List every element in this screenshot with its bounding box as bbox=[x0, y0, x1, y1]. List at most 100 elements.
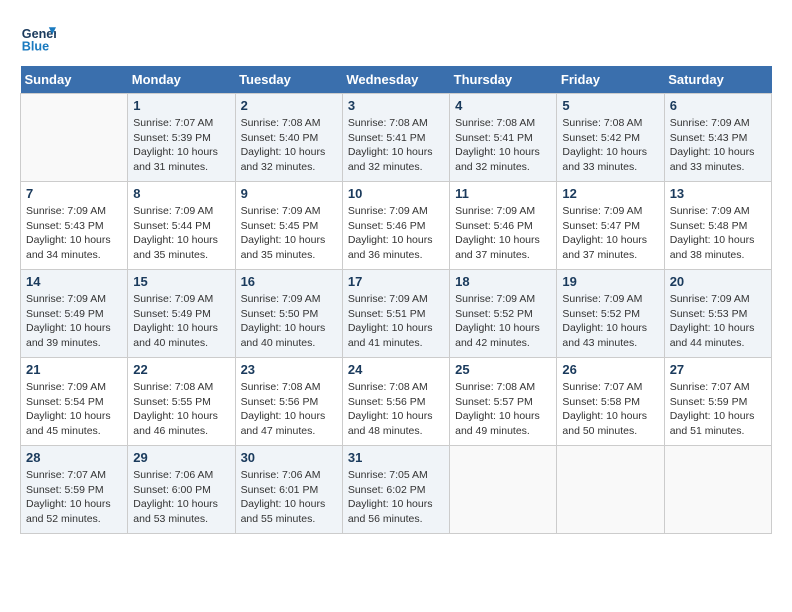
calendar-cell: 29 Sunrise: 7:06 AM Sunset: 6:00 PM Dayli… bbox=[128, 446, 235, 534]
day-info: Sunrise: 7:09 AM Sunset: 5:47 PM Dayligh… bbox=[562, 204, 658, 263]
day-number: 30 bbox=[241, 450, 337, 465]
calendar-cell: 4Sunrise: 7:08 AM Sunset: 5:41 PM Daylig… bbox=[450, 94, 557, 182]
calendar-cell: 12 Sunrise: 7:09 AM Sunset: 5:47 PM Dayli… bbox=[557, 182, 664, 270]
day-number: 3 bbox=[348, 98, 444, 113]
calendar-cell: 25Sunrise: 7:08 AM Sunset: 5:57 PM Dayli… bbox=[450, 358, 557, 446]
day-number: 26 bbox=[562, 362, 658, 377]
calendar-cell: 28 Sunrise: 7:07 AM Sunset: 5:59 PM Dayli… bbox=[21, 446, 128, 534]
weekday-header-saturday: Saturday bbox=[664, 66, 771, 94]
day-info: Sunrise: 7:09 AM Sunset: 5:50 PM Dayligh… bbox=[241, 292, 337, 351]
calendar-cell: 13Sunrise: 7:09 AM Sunset: 5:48 PM Dayli… bbox=[664, 182, 771, 270]
day-number: 7 bbox=[26, 186, 122, 201]
calendar-cell: 3 Sunrise: 7:08 AM Sunset: 5:41 PM Daylig… bbox=[342, 94, 449, 182]
calendar-cell: 23 Sunrise: 7:08 AM Sunset: 5:56 PM Dayli… bbox=[235, 358, 342, 446]
calendar-week-row: 28 Sunrise: 7:07 AM Sunset: 5:59 PM Dayli… bbox=[21, 446, 772, 534]
day-number: 18 bbox=[455, 274, 551, 289]
day-number: 14 bbox=[26, 274, 122, 289]
calendar-cell: 10Sunrise: 7:09 AM Sunset: 5:46 PM Dayli… bbox=[342, 182, 449, 270]
day-info: Sunrise: 7:07 AM Sunset: 5:59 PM Dayligh… bbox=[26, 468, 122, 527]
day-info: Sunrise: 7:09 AM Sunset: 5:43 PM Dayligh… bbox=[670, 116, 766, 175]
calendar-cell: 18 Sunrise: 7:09 AM Sunset: 5:52 PM Dayli… bbox=[450, 270, 557, 358]
day-number: 8 bbox=[133, 186, 229, 201]
calendar-table: SundayMondayTuesdayWednesdayThursdayFrid… bbox=[20, 66, 772, 534]
calendar-cell bbox=[450, 446, 557, 534]
day-info: Sunrise: 7:06 AM Sunset: 6:01 PM Dayligh… bbox=[241, 468, 337, 527]
day-number: 2 bbox=[241, 98, 337, 113]
weekday-header-thursday: Thursday bbox=[450, 66, 557, 94]
day-number: 12 bbox=[562, 186, 658, 201]
day-number: 27 bbox=[670, 362, 766, 377]
calendar-cell: 7 Sunrise: 7:09 AM Sunset: 5:43 PM Daylig… bbox=[21, 182, 128, 270]
calendar-week-row: 7 Sunrise: 7:09 AM Sunset: 5:43 PM Daylig… bbox=[21, 182, 772, 270]
day-number: 16 bbox=[241, 274, 337, 289]
day-number: 28 bbox=[26, 450, 122, 465]
calendar-cell: 30 Sunrise: 7:06 AM Sunset: 6:01 PM Dayli… bbox=[235, 446, 342, 534]
calendar-cell: 14Sunrise: 7:09 AM Sunset: 5:49 PM Dayli… bbox=[21, 270, 128, 358]
calendar-cell: 26 Sunrise: 7:07 AM Sunset: 5:58 PM Dayli… bbox=[557, 358, 664, 446]
calendar-cell bbox=[557, 446, 664, 534]
day-number: 20 bbox=[670, 274, 766, 289]
calendar-cell: 5 Sunrise: 7:08 AM Sunset: 5:42 PM Daylig… bbox=[557, 94, 664, 182]
calendar-cell: 9 Sunrise: 7:09 AM Sunset: 5:45 PM Daylig… bbox=[235, 182, 342, 270]
day-number: 23 bbox=[241, 362, 337, 377]
weekday-header-friday: Friday bbox=[557, 66, 664, 94]
day-info: Sunrise: 7:09 AM Sunset: 5:49 PM Dayligh… bbox=[133, 292, 229, 351]
logo: General Blue bbox=[20, 20, 60, 56]
day-info: Sunrise: 7:09 AM Sunset: 5:52 PM Dayligh… bbox=[455, 292, 551, 351]
day-number: 13 bbox=[670, 186, 766, 201]
calendar-cell: 8 Sunrise: 7:09 AM Sunset: 5:44 PM Daylig… bbox=[128, 182, 235, 270]
calendar-week-row: 1Sunrise: 7:07 AM Sunset: 5:39 PM Daylig… bbox=[21, 94, 772, 182]
weekday-header-wednesday: Wednesday bbox=[342, 66, 449, 94]
day-number: 11 bbox=[455, 186, 551, 201]
day-info: Sunrise: 7:09 AM Sunset: 5:43 PM Dayligh… bbox=[26, 204, 122, 263]
calendar-cell: 27 Sunrise: 7:07 AM Sunset: 5:59 PM Dayli… bbox=[664, 358, 771, 446]
day-info: Sunrise: 7:06 AM Sunset: 6:00 PM Dayligh… bbox=[133, 468, 229, 527]
calendar-cell bbox=[21, 94, 128, 182]
day-number: 6 bbox=[670, 98, 766, 113]
day-info: Sunrise: 7:09 AM Sunset: 5:51 PM Dayligh… bbox=[348, 292, 444, 351]
day-number: 19 bbox=[562, 274, 658, 289]
calendar-cell: 11Sunrise: 7:09 AM Sunset: 5:46 PM Dayli… bbox=[450, 182, 557, 270]
calendar-week-row: 21Sunrise: 7:09 AM Sunset: 5:54 PM Dayli… bbox=[21, 358, 772, 446]
day-info: Sunrise: 7:08 AM Sunset: 5:57 PM Dayligh… bbox=[455, 380, 551, 439]
day-info: Sunrise: 7:05 AM Sunset: 6:02 PM Dayligh… bbox=[348, 468, 444, 527]
logo-icon: General Blue bbox=[20, 20, 56, 56]
day-info: Sunrise: 7:08 AM Sunset: 5:56 PM Dayligh… bbox=[348, 380, 444, 439]
calendar-cell: 19 Sunrise: 7:09 AM Sunset: 5:52 PM Dayli… bbox=[557, 270, 664, 358]
calendar-cell: 2 Sunrise: 7:08 AM Sunset: 5:40 PM Daylig… bbox=[235, 94, 342, 182]
calendar-cell: 6 Sunrise: 7:09 AM Sunset: 5:43 PM Daylig… bbox=[664, 94, 771, 182]
page-header: General Blue bbox=[20, 20, 772, 56]
day-info: Sunrise: 7:08 AM Sunset: 5:40 PM Dayligh… bbox=[241, 116, 337, 175]
day-info: Sunrise: 7:08 AM Sunset: 5:55 PM Dayligh… bbox=[133, 380, 229, 439]
day-number: 31 bbox=[348, 450, 444, 465]
calendar-cell: 17Sunrise: 7:09 AM Sunset: 5:51 PM Dayli… bbox=[342, 270, 449, 358]
day-info: Sunrise: 7:08 AM Sunset: 5:41 PM Dayligh… bbox=[348, 116, 444, 175]
calendar-cell: 31 Sunrise: 7:05 AM Sunset: 6:02 PM Dayli… bbox=[342, 446, 449, 534]
day-info: Sunrise: 7:08 AM Sunset: 5:56 PM Dayligh… bbox=[241, 380, 337, 439]
day-info: Sunrise: 7:09 AM Sunset: 5:46 PM Dayligh… bbox=[348, 204, 444, 263]
calendar-cell: 16 Sunrise: 7:09 AM Sunset: 5:50 PM Dayli… bbox=[235, 270, 342, 358]
day-info: Sunrise: 7:09 AM Sunset: 5:53 PM Dayligh… bbox=[670, 292, 766, 351]
day-info: Sunrise: 7:09 AM Sunset: 5:54 PM Dayligh… bbox=[26, 380, 122, 439]
weekday-header-row: SundayMondayTuesdayWednesdayThursdayFrid… bbox=[21, 66, 772, 94]
calendar-cell: 22 Sunrise: 7:08 AM Sunset: 5:55 PM Dayli… bbox=[128, 358, 235, 446]
svg-text:Blue: Blue bbox=[22, 40, 49, 54]
day-info: Sunrise: 7:09 AM Sunset: 5:44 PM Dayligh… bbox=[133, 204, 229, 263]
day-number: 29 bbox=[133, 450, 229, 465]
day-info: Sunrise: 7:08 AM Sunset: 5:42 PM Dayligh… bbox=[562, 116, 658, 175]
weekday-header-monday: Monday bbox=[128, 66, 235, 94]
day-info: Sunrise: 7:07 AM Sunset: 5:59 PM Dayligh… bbox=[670, 380, 766, 439]
day-number: 5 bbox=[562, 98, 658, 113]
day-number: 9 bbox=[241, 186, 337, 201]
day-info: Sunrise: 7:07 AM Sunset: 5:58 PM Dayligh… bbox=[562, 380, 658, 439]
day-number: 1 bbox=[133, 98, 229, 113]
day-info: Sunrise: 7:09 AM Sunset: 5:45 PM Dayligh… bbox=[241, 204, 337, 263]
day-number: 22 bbox=[133, 362, 229, 377]
day-number: 24 bbox=[348, 362, 444, 377]
day-info: Sunrise: 7:09 AM Sunset: 5:52 PM Dayligh… bbox=[562, 292, 658, 351]
calendar-cell: 24 Sunrise: 7:08 AM Sunset: 5:56 PM Dayli… bbox=[342, 358, 449, 446]
calendar-cell: 1Sunrise: 7:07 AM Sunset: 5:39 PM Daylig… bbox=[128, 94, 235, 182]
day-info: Sunrise: 7:08 AM Sunset: 5:41 PM Dayligh… bbox=[455, 116, 551, 175]
calendar-cell: 20 Sunrise: 7:09 AM Sunset: 5:53 PM Dayli… bbox=[664, 270, 771, 358]
calendar-cell: 21Sunrise: 7:09 AM Sunset: 5:54 PM Dayli… bbox=[21, 358, 128, 446]
